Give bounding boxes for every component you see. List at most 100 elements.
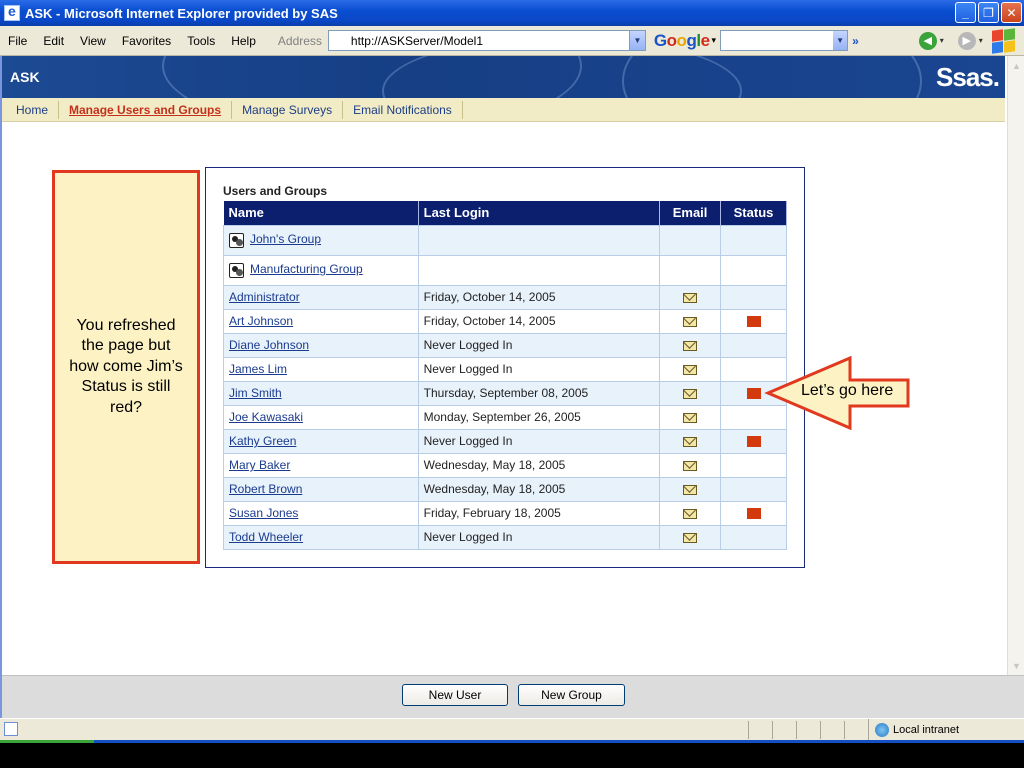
table-row[interactable]: Manufacturing Group <box>223 254 787 286</box>
back-caret-icon[interactable]: ▾ <box>940 36 944 45</box>
vertical-scrollbar[interactable]: ▲ ▼ <box>1007 56 1024 675</box>
name-cell: Kathy Green <box>223 428 419 454</box>
tab-home[interactable]: Home <box>6 100 60 119</box>
envelope-icon[interactable] <box>683 460 698 471</box>
envelope-icon[interactable] <box>683 388 698 399</box>
tab-manage-users-and-groups[interactable]: Manage Users and Groups <box>59 100 233 119</box>
security-zone: Local intranet <box>868 719 959 741</box>
last-login-cell: Friday, February 18, 2005 <box>417 500 661 526</box>
menu-favorites[interactable]: Favorites <box>114 34 179 48</box>
email-cell <box>659 332 722 358</box>
column-header-last-login[interactable]: Last Login <box>418 201 661 225</box>
table-row[interactable]: Todd Wheeler Never Logged In <box>223 524 787 550</box>
email-cell <box>659 356 722 382</box>
table-row[interactable]: Administrator Friday, October 14, 2005 <box>223 284 787 310</box>
arrow-callout: Let’s go here <box>764 355 912 431</box>
envelope-icon[interactable] <box>683 316 698 327</box>
table-row[interactable]: Kathy Green Never Logged In <box>223 428 787 454</box>
forward-caret-icon[interactable]: ▾ <box>979 36 983 45</box>
menu-help[interactable]: Help <box>223 34 264 48</box>
chevron-down-icon[interactable]: ▼ <box>833 31 848 50</box>
user-link[interactable]: Mary Baker <box>229 458 290 472</box>
browser-viewport: ASK Ssas. Home Manage Users and Groups M… <box>0 56 1024 718</box>
envelope-icon[interactable] <box>683 508 698 519</box>
last-login-cell <box>417 224 661 256</box>
envelope-icon[interactable] <box>683 364 698 375</box>
chevron-down-icon[interactable]: ▼ <box>628 31 645 50</box>
name-cell: Joe Kawasaki <box>223 404 419 430</box>
new-group-button[interactable]: New Group <box>518 684 625 706</box>
table-row[interactable]: Mary Baker Wednesday, May 18, 2005 <box>223 452 787 478</box>
envelope-icon[interactable] <box>683 532 698 543</box>
table-row[interactable]: Susan Jones Friday, February 18, 2005 <box>223 500 787 526</box>
envelope-icon[interactable] <box>683 340 698 351</box>
scroll-up-icon[interactable]: ▲ <box>1009 58 1024 73</box>
sas-banner: ASK Ssas. <box>2 56 1005 98</box>
last-login-cell: Never Logged In <box>417 428 661 454</box>
maximize-button[interactable]: ❐ <box>978 2 999 23</box>
forward-icon[interactable]: ▶ <box>957 31 976 50</box>
table-row[interactable]: James Lim Never Logged In <box>223 356 787 382</box>
menu-file[interactable]: File <box>0 34 35 48</box>
group-link[interactable]: Manufacturing Group <box>250 262 363 276</box>
sas-logo: Ssas. <box>936 62 1000 92</box>
table-row[interactable]: Joe Kawasaki Monday, September 26, 2005 <box>223 404 787 430</box>
users-groups-table: Name Last Login Email Status John's Grou… <box>223 201 787 550</box>
new-user-button[interactable]: New User <box>402 684 508 706</box>
address-field[interactable]: http://ASKServer/Model1 ▼ <box>327 30 646 51</box>
table-row[interactable]: Robert Brown Wednesday, May 18, 2005 <box>223 476 787 502</box>
envelope-icon[interactable] <box>683 484 698 495</box>
group-link[interactable]: John's Group <box>250 232 321 246</box>
status-cell <box>720 332 787 358</box>
user-link[interactable]: Robert Brown <box>229 482 302 496</box>
last-login-cell: Friday, October 14, 2005 <box>417 308 661 334</box>
menu-view[interactable]: View <box>72 34 114 48</box>
status-cell <box>720 500 787 526</box>
column-header-email[interactable]: Email <box>659 201 722 225</box>
user-link[interactable]: Jim Smith <box>229 386 282 400</box>
user-link[interactable]: Art Johnson <box>229 314 293 328</box>
last-login-cell: Wednesday, May 18, 2005 <box>417 452 661 478</box>
minimize-button[interactable]: _ <box>955 2 976 23</box>
toolbar-overflow-icon[interactable]: » <box>852 34 859 48</box>
google-menu-caret-icon[interactable]: ▾ <box>712 35 717 46</box>
table-row[interactable]: Diane Johnson Never Logged In <box>223 332 787 358</box>
security-zone-label: Local intranet <box>893 724 960 736</box>
user-link[interactable]: Kathy Green <box>229 434 296 448</box>
status-red-indicator-icon <box>746 316 761 328</box>
scroll-down-icon[interactable]: ▼ <box>1009 658 1024 673</box>
tab-email-notifications[interactable]: Email Notifications <box>343 100 463 119</box>
envelope-icon[interactable] <box>683 436 698 447</box>
table-row[interactable]: Art Johnson Friday, October 14, 2005 <box>223 308 787 334</box>
envelope-icon[interactable] <box>683 412 698 423</box>
envelope-icon[interactable] <box>683 292 698 303</box>
tutorial-note-box: You refreshed the page but how come Jim’… <box>52 170 200 564</box>
users-groups-panel: Users and Groups Name Last Login Email S… <box>205 167 805 568</box>
user-link[interactable]: Susan Jones <box>229 506 298 520</box>
last-login-cell: Wednesday, May 18, 2005 <box>417 476 661 502</box>
status-cell <box>720 452 787 478</box>
table-row[interactable]: John's Group <box>223 224 787 256</box>
menu-toolbar-row: File Edit View Favorites Tools Help Addr… <box>0 26 1024 56</box>
user-link[interactable]: James Lim <box>229 362 287 376</box>
google-search-input[interactable]: ▼ <box>720 30 849 51</box>
close-button[interactable]: ✕ <box>1001 2 1022 23</box>
name-cell: Mary Baker <box>223 452 419 478</box>
email-cell <box>659 254 722 286</box>
column-header-status[interactable]: Status <box>720 201 787 225</box>
globe-icon <box>875 723 889 737</box>
user-link[interactable]: Joe Kawasaki <box>229 410 303 424</box>
user-link[interactable]: Todd Wheeler <box>229 530 303 544</box>
back-icon[interactable]: ◀ <box>918 31 937 50</box>
table-row[interactable]: Jim Smith Thursday, September 08, 2005 <box>223 380 787 406</box>
window-title: ASK - Microsoft Internet Explorer provid… <box>25 5 338 21</box>
column-header-name[interactable]: Name <box>223 201 419 225</box>
menu-tools[interactable]: Tools <box>179 34 223 48</box>
name-cell: John's Group <box>223 224 419 256</box>
menu-edit[interactable]: Edit <box>35 34 72 48</box>
user-link[interactable]: Administrator <box>229 290 300 304</box>
user-link[interactable]: Diane Johnson <box>229 338 309 352</box>
tab-manage-surveys[interactable]: Manage Surveys <box>232 100 344 119</box>
ie-icon <box>4 3 20 21</box>
arrow-callout-text: Let’s go here <box>801 382 894 399</box>
